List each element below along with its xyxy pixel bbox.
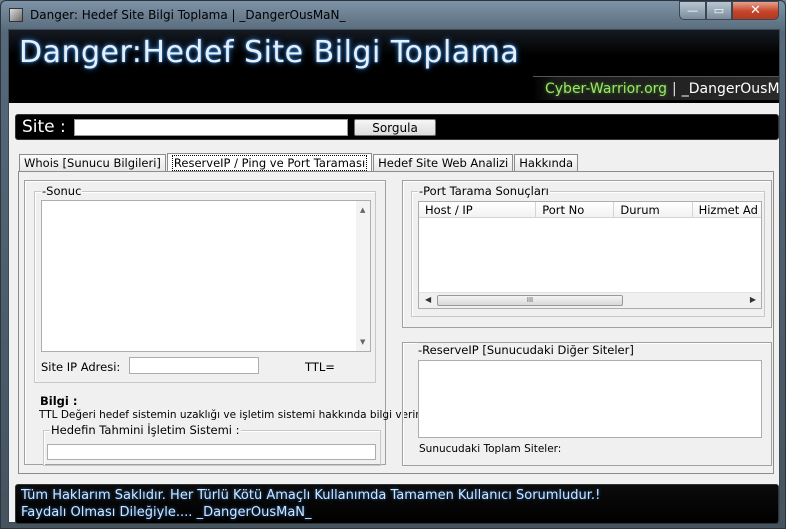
port-scan-hscroll[interactable]: ◀ III ▶: [419, 292, 761, 308]
tab-label: ReserveIP / Ping ve Port Taraması: [171, 155, 368, 171]
tab-panel: -Sonuc ▲ ▼ Site IP Adresi: TTL= Bilgi : …: [18, 171, 774, 474]
os-group-title: Hedefin Tahmini İşletim Sistemi :: [50, 423, 241, 437]
site-label: Site :: [22, 117, 66, 137]
column-service[interactable]: Hizmet Ad: [693, 202, 761, 218]
tab-about[interactable]: Hakkında: [514, 154, 579, 171]
reserveip-panel: -ReserveIP [Sunucudaki Diğer Siteler] Su…: [402, 342, 772, 466]
footer-rights: Tüm Haklarım Saklıdır. Her Türlü Kötü Am…: [21, 488, 601, 503]
column-port-no[interactable]: Port No: [536, 202, 615, 218]
tab-label: Hakkında: [519, 156, 574, 170]
brand-separator: |: [672, 80, 677, 97]
info-title: Bilgi :: [40, 394, 78, 408]
reserveip-group-title: -ReserveIP [Sunucudaki Diğer Siteler]: [417, 343, 635, 357]
tab-label: Whois [Sunucu Bilgileri]: [24, 156, 161, 170]
close-button[interactable]: ✕: [732, 1, 779, 20]
minimize-button[interactable]: —: [679, 1, 706, 20]
result-scrollbar[interactable]: ▲ ▼: [356, 201, 370, 351]
result-group-title: -Sonuc: [41, 184, 83, 198]
os-field[interactable]: [47, 444, 376, 460]
tab-strip: Whois [Sunucu Bilgileri] ReserveIP / Pin…: [19, 153, 579, 172]
app-window: Danger: Hedef Site Bilgi Toplama | _Dang…: [0, 0, 786, 529]
port-panel: -Port Tarama Sonuçları Host / IP Port No…: [402, 180, 772, 328]
port-scan-group: -Port Tarama Sonuçları Host / IP Port No…: [411, 184, 765, 317]
scroll-down-icon[interactable]: ▼: [360, 338, 365, 346]
window-title: Danger: Hedef Site Bilgi Toplama | _Dang…: [30, 8, 346, 22]
total-sites-label: Sunucudaki Toplam Siteler:: [419, 443, 562, 455]
footer-wishes: Faydalı Olması Dileğiyle.... _DangerOusM…: [21, 505, 312, 520]
app-icon: [9, 8, 23, 22]
port-scan-header: Host / IP Port No Durum Hizmet Ad: [419, 202, 761, 218]
tab-label: Hedef Site Web Analizi: [378, 156, 509, 170]
maximize-button[interactable]: ▭: [706, 1, 732, 20]
query-button[interactable]: Sorgula: [354, 119, 436, 136]
port-scan-group-title: -Port Tarama Sonuçları: [418, 184, 550, 198]
info-text: TTL Değeri hedef sistemin uzaklığı ve iş…: [39, 409, 422, 421]
title-bar[interactable]: Danger: Hedef Site Bilgi Toplama | _Dang…: [1, 1, 785, 29]
reserveip-group: -ReserveIP [Sunucudaki Diğer Siteler] Su…: [411, 343, 765, 459]
scroll-left-icon[interactable]: ◀: [425, 295, 431, 304]
site-input[interactable]: [74, 119, 348, 136]
scroll-thumb[interactable]: III: [437, 295, 623, 306]
scroll-right-icon[interactable]: ▶: [750, 295, 756, 304]
site-bar: Site : Sorgula: [15, 114, 779, 140]
tab-whois[interactable]: Whois [Sunucu Bilgileri]: [19, 154, 166, 171]
site-ip-label: Site IP Adresi:: [41, 360, 121, 374]
result-group: -Sonuc ▲ ▼ Site IP Adresi: TTL=: [34, 184, 376, 383]
os-group: Hedefin Tahmini İşletim Sistemi :: [43, 423, 381, 466]
brand-site: Cyber-Warrior.org: [545, 80, 668, 97]
banner-title: Danger:Hedef Site Bilgi Toplama: [19, 35, 520, 70]
footer-bar: Tüm Haklarım Saklıdır. Her Türlü Kötü Am…: [15, 484, 779, 524]
scroll-up-icon[interactable]: ▲: [360, 206, 365, 214]
window-controls: — ▭ ✕: [679, 1, 779, 21]
header-banner: Danger:Hedef Site Bilgi Toplama Cyber-Wa…: [9, 30, 779, 103]
tab-web-analysis[interactable]: Hedef Site Web Analizi: [373, 154, 514, 171]
brand-strip: Cyber-Warrior.org | _DangerOusMaN_: [533, 76, 779, 100]
tab-reserveip-ping-port[interactable]: ReserveIP / Ping ve Port Taraması: [166, 153, 373, 172]
left-panel: -Sonuc ▲ ▼ Site IP Adresi: TTL= Bilgi : …: [24, 180, 422, 466]
client-area: Danger:Hedef Site Bilgi Toplama Cyber-Wa…: [8, 29, 780, 524]
column-host-ip[interactable]: Host / IP: [419, 202, 537, 218]
port-scan-list[interactable]: Host / IP Port No Durum Hizmet Ad ◀ III …: [418, 201, 762, 309]
site-ip-field[interactable]: [129, 357, 259, 374]
result-textarea[interactable]: ▲ ▼: [41, 200, 371, 352]
ttl-label: TTL=: [305, 360, 335, 374]
reserveip-list[interactable]: [418, 360, 762, 438]
column-status[interactable]: Durum: [614, 202, 693, 218]
brand-author: _DangerOusMaN_: [681, 80, 779, 97]
